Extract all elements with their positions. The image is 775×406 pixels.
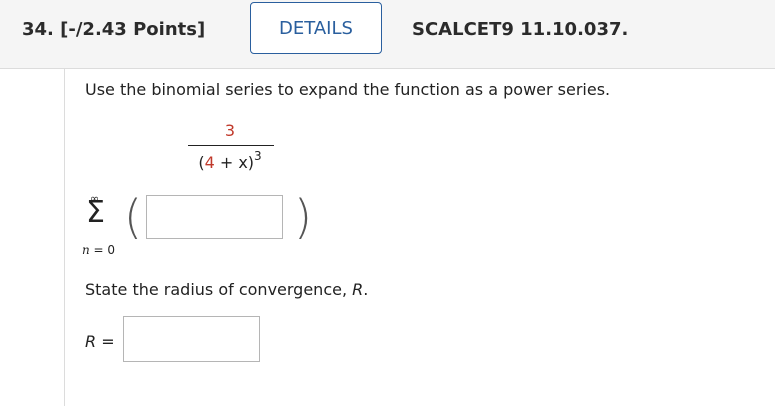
radius-prompt-text: State the radius of convergence,	[85, 280, 353, 299]
sum-index-start: = 0	[89, 243, 116, 257]
left-paren: (	[124, 190, 142, 244]
radius-answer-input[interactable]	[123, 316, 260, 362]
details-button[interactable]: DETAILS	[250, 2, 382, 54]
radius-label-var: R	[85, 332, 97, 351]
problem-code: SCALCET9 11.10.037.	[412, 19, 629, 40]
denominator-rest: + x)	[214, 153, 255, 172]
fraction-denominator: (4 + x)3	[180, 149, 280, 172]
series-answer-input[interactable]	[146, 195, 283, 239]
right-paren: )	[294, 190, 312, 244]
sum-index-var: n	[82, 243, 90, 257]
radius-label-eq: =	[96, 332, 115, 351]
question-number: 34. [-/2.43 Points]	[22, 19, 206, 40]
fraction-numerator: 3	[224, 121, 236, 140]
fraction-bar	[188, 145, 274, 146]
sum-lower-limit: n = 0	[82, 243, 115, 257]
left-divider	[64, 69, 65, 406]
denominator-exponent: 3	[254, 149, 262, 163]
radius-period: .	[363, 280, 369, 299]
radius-prompt: State the radius of convergence, R.	[85, 280, 368, 299]
question-header: 34. [-/2.43 Points] DETAILS SCALCET9 11.…	[0, 0, 775, 69]
sigma-symbol: Σ	[86, 195, 105, 230]
problem-instruction: Use the binomial series to expand the fu…	[85, 80, 611, 99]
radius-label: R =	[85, 332, 115, 351]
radius-var: R	[352, 280, 364, 299]
denominator-constant: 4	[204, 153, 215, 172]
